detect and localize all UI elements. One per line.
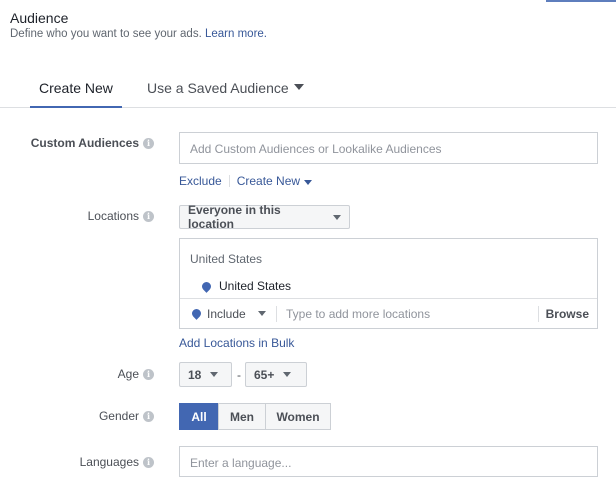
create-new-link[interactable]: Create New [236,174,313,188]
chevron-down-icon [257,311,266,316]
location-group-header: United States [190,252,263,266]
active-tab-indicator [30,106,122,108]
location-dropdown-label: Everyone in this location [188,203,281,231]
gender-segmented-control: All Men Women [179,403,331,430]
divider [228,175,230,187]
location-entry-bar: Include Type to add more locations Brows… [180,298,597,328]
age-max-select[interactable]: 65+ [245,362,307,387]
custom-audiences-label: Custom Audiences i [31,136,154,150]
chevron-down-icon [304,180,313,185]
learn-more-link[interactable]: Learn more. [205,28,267,40]
info-icon[interactable]: i [143,210,154,222]
gender-label: Gender i [99,409,154,423]
exclude-link[interactable]: Exclude [179,174,222,188]
locations-box: United States United States Include Type… [179,238,598,329]
gender-label-text: Gender [98,409,139,423]
age-label-text: Age [117,367,139,381]
selected-location-label: United States [219,279,292,293]
age-separator: - [237,368,241,382]
caret-down-icon [293,84,304,91]
include-dropdown[interactable]: Include [180,307,276,321]
age-min-select[interactable]: 18 [179,362,232,387]
add-locations-bulk-link[interactable]: Add Locations in Bulk [179,336,294,350]
custom-audiences-placeholder: Add Custom Audiences or Lookalike Audien… [190,142,442,156]
description-text: Define who you want to see your ads. [10,28,202,40]
location-pin-icon [190,307,203,320]
location-audience-dropdown[interactable]: Everyone in this location [179,203,350,231]
selected-location[interactable]: United States [200,279,292,293]
chevron-down-icon [210,372,219,377]
tab-saved-audience[interactable]: Use a Saved Audience [147,78,304,108]
top-accent-bar [546,0,616,2]
location-search-input[interactable]: Type to add more locations [277,307,538,321]
chevron-down-icon [283,372,292,377]
info-icon[interactable]: i [143,456,154,468]
audience-header: Audience Define who you want to see your… [10,9,267,40]
languages-label: Languages i [80,455,154,469]
gender-all-button[interactable]: All [179,403,219,430]
age-max-value: 65+ [254,367,275,382]
section-title: Audience [10,10,69,26]
locations-label-text: Locations [87,209,139,223]
language-placeholder: Enter a language... [190,456,292,470]
tab-saved-audience-label: Use a Saved Audience [147,80,289,96]
info-icon[interactable]: i [143,410,154,422]
age-label: Age i [118,367,154,381]
info-icon[interactable]: i [143,137,154,149]
info-icon[interactable]: i [143,368,154,380]
custom-audiences-actions: Exclude Create New [179,174,313,188]
gender-women-button[interactable]: Women [265,403,331,430]
tab-create-new[interactable]: Create New [30,78,122,108]
section-description: Define who you want to see your ads. Lea… [10,28,267,40]
custom-audiences-input[interactable]: Add Custom Audiences or Lookalike Audien… [179,132,598,164]
chevron-down-icon [333,214,341,220]
locations-label: Locations i [88,209,154,223]
browse-button[interactable]: Browse [539,307,597,321]
audience-tabs: Create New Use a Saved Audience [0,78,616,108]
language-input[interactable]: Enter a language... [179,446,598,477]
age-min-value: 18 [188,367,202,382]
languages-label-text: Languages [79,455,139,469]
location-pin-icon [200,279,213,293]
gender-men-button[interactable]: Men [218,403,266,430]
custom-audiences-label-text: Custom Audiences [30,136,139,150]
tab-create-new-label: Create New [39,80,113,96]
create-new-label: Create New [236,174,301,188]
include-label: Include [207,306,246,321]
